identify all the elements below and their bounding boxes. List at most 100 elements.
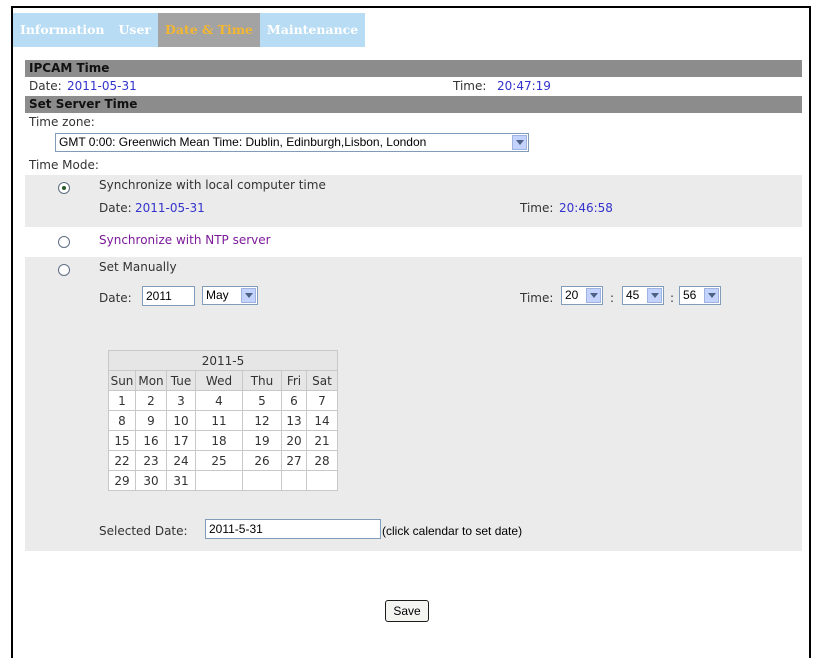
calendar-weekday: Sun (108, 370, 136, 391)
chevron-down-icon (241, 288, 256, 303)
calendar-day[interactable]: 29 (108, 470, 136, 491)
calendar-day[interactable]: 17 (166, 430, 196, 451)
calendar-week-row: 22 23 24 25 26 27 28 (108, 450, 338, 471)
hour-select[interactable]: 20 (561, 286, 603, 305)
time-mode-label-row: Time Mode: (25, 156, 802, 175)
calendar-weekday: Mon (135, 370, 167, 391)
local-time-label-text: Time: (520, 201, 554, 215)
calendar-weekday: Wed (195, 370, 243, 391)
year-input[interactable]: 2011 (142, 286, 195, 306)
ntp-option: Synchronize with NTP server (25, 227, 802, 257)
calendar-day[interactable]: 9 (135, 410, 167, 431)
calendar-day[interactable]: 11 (195, 410, 243, 431)
calendar-day[interactable]: 18 (195, 430, 243, 451)
ipcam-time-header: IPCAM Time (25, 60, 802, 77)
save-button[interactable]: Save (385, 600, 429, 622)
month-select-value: May (206, 288, 229, 302)
ipcam-time-label: Time: (453, 79, 487, 93)
ipcam-date-label: Date: (29, 79, 62, 93)
hour-select-value: 20 (565, 288, 579, 302)
local-date-label: Date: (99, 201, 132, 215)
calendar-weekday: Sat (306, 370, 338, 391)
month-select[interactable]: May (202, 286, 258, 305)
calendar-empty-cell (306, 470, 338, 491)
calendar-week-row: 15 16 17 18 19 20 21 (108, 430, 338, 451)
calendar-day[interactable]: 8 (108, 410, 136, 431)
ntp-radio[interactable] (58, 236, 70, 248)
local-time-option: Synchronize with local computer time Dat… (25, 175, 802, 227)
timezone-label: Time zone: (29, 115, 95, 129)
calendar-day[interactable]: 24 (166, 450, 196, 471)
calendar-empty-cell (242, 470, 282, 491)
timezone-label-row: Time zone: (25, 113, 802, 132)
timezone-select[interactable]: GMT 0:00: Greenwich Mean Time: Dublin, E… (55, 133, 529, 152)
calendar-day[interactable]: 23 (135, 450, 167, 471)
calendar-day[interactable]: 20 (281, 430, 307, 451)
chevron-down-icon (704, 288, 719, 303)
calendar-weekday: Tue (166, 370, 196, 391)
calendar-day[interactable]: 16 (135, 430, 167, 451)
local-time-label[interactable]: Synchronize with local computer time (99, 178, 326, 192)
tab-maintenance[interactable]: Maintenance (259, 13, 366, 47)
calendar-day[interactable]: 3 (166, 390, 196, 411)
calendar-day[interactable]: 26 (242, 450, 282, 471)
calendar-day[interactable]: 5 (242, 390, 282, 411)
manual-time-label: Time: (520, 291, 554, 305)
calendar-day[interactable]: 7 (306, 390, 338, 411)
calendar-day[interactable]: 12 (242, 410, 282, 431)
manual-radio[interactable] (58, 264, 70, 276)
calendar-weekday: Thu (242, 370, 282, 391)
chevron-down-icon (586, 288, 601, 303)
selected-date-label: Selected Date: (99, 524, 188, 538)
tab-user[interactable]: User (111, 13, 158, 47)
local-time-value: 20:46:58 (559, 201, 613, 215)
server-time-header: Set Server Time (25, 96, 802, 113)
calendar-weekday: Fri (281, 370, 307, 391)
chevron-down-icon (647, 288, 662, 303)
selected-date-hint: (click calendar to set date) (382, 524, 523, 538)
calendar: 2011-5 Sun Mon Tue Wed Thu Fri Sat 1 2 3 4 5 6 7 8 9 10 1… (108, 350, 338, 491)
ipcam-date-value: 2011-05-31 (67, 79, 137, 93)
calendar-day[interactable]: 31 (166, 470, 196, 491)
time-mode-label: Time Mode: (29, 158, 99, 172)
timezone-select-value: GMT 0:00: Greenwich Mean Time: Dublin, E… (59, 135, 427, 149)
time-separator: : (670, 291, 675, 305)
radio-selected-dot-icon (62, 186, 66, 190)
minute-select[interactable]: 45 (622, 286, 664, 305)
calendar-day[interactable]: 13 (281, 410, 307, 431)
calendar-day[interactable]: 6 (281, 390, 307, 411)
calendar-day[interactable]: 15 (108, 430, 136, 451)
local-time-radio[interactable] (58, 182, 70, 194)
ipcam-time-value: 20:47:19 (497, 79, 551, 93)
tab-date-time[interactable]: Date & Time (158, 13, 260, 47)
calendar-day[interactable]: 30 (135, 470, 167, 491)
timezone-select-row: GMT 0:00: Greenwich Mean Time: Dublin, E… (25, 132, 802, 156)
calendar-week-row: 8 9 10 11 12 13 14 (108, 410, 338, 431)
ipcam-time-row: Date: 2011-05-31 Time: 20:47:19 (25, 77, 802, 96)
calendar-day[interactable]: 10 (166, 410, 196, 431)
calendar-day[interactable]: 28 (306, 450, 338, 471)
calendar-week-row: 1234567 (108, 390, 338, 411)
tab-bar: Information User Date & Time Maintenance (13, 13, 366, 47)
minute-select-value: 45 (626, 288, 640, 302)
calendar-title: 2011-5 (108, 350, 338, 371)
calendar-day[interactable]: 22 (108, 450, 136, 471)
manual-date-label: Date: (99, 291, 132, 305)
calendar-empty-cell (195, 470, 243, 491)
calendar-empty-cell (281, 470, 307, 491)
calendar-day[interactable]: 27 (281, 450, 307, 471)
calendar-day[interactable]: 21 (306, 430, 338, 451)
selected-date-input[interactable]: 2011-5-31 (205, 519, 381, 539)
calendar-day[interactable]: 4 (195, 390, 243, 411)
second-select-value: 56 (683, 288, 697, 302)
calendar-day[interactable]: 1 (108, 390, 136, 411)
calendar-day[interactable]: 14 (306, 410, 338, 431)
calendar-day[interactable]: 19 (242, 430, 282, 451)
local-date-value: 2011-05-31 (135, 201, 205, 215)
calendar-day[interactable]: 25 (195, 450, 243, 471)
tab-information[interactable]: Information (13, 13, 112, 47)
calendar-day[interactable]: 2 (135, 390, 167, 411)
second-select[interactable]: 56 (679, 286, 721, 305)
ntp-label[interactable]: Synchronize with NTP server (99, 233, 271, 247)
manual-label[interactable]: Set Manually (99, 260, 177, 274)
